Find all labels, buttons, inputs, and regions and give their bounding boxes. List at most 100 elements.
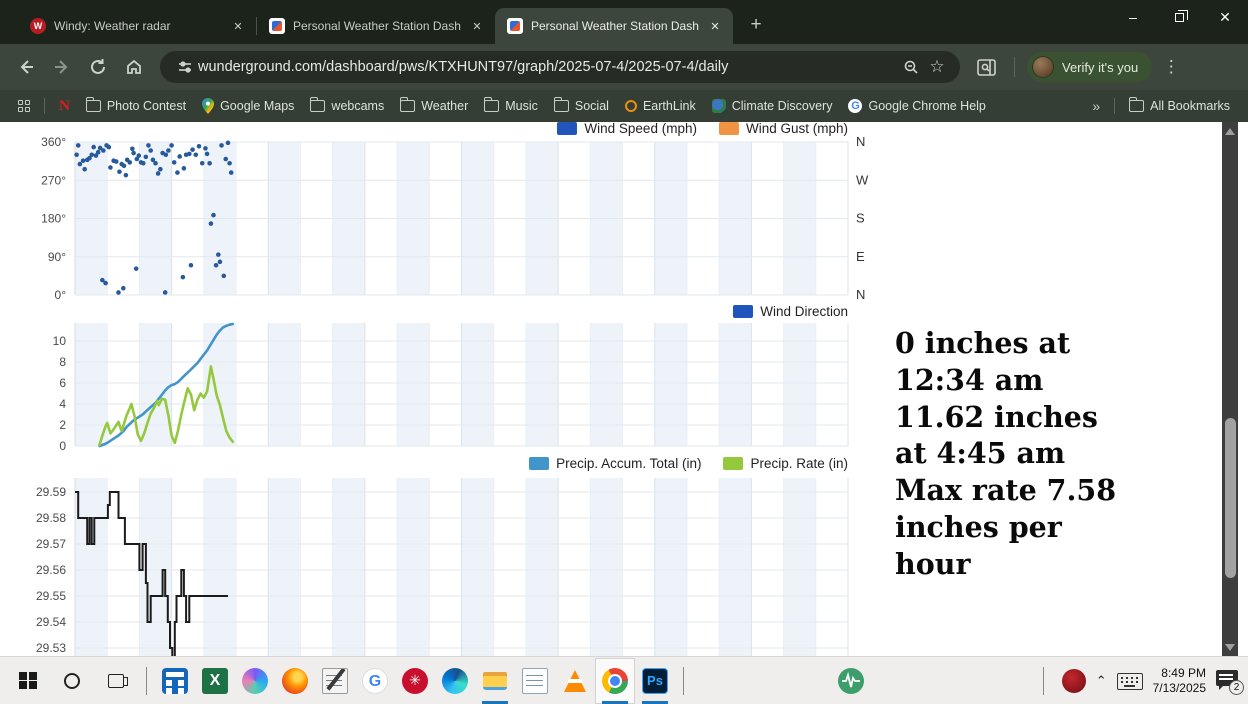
page-scrollbar[interactable]	[1222, 122, 1238, 656]
journal-pencil-icon	[322, 668, 348, 694]
bookmark-photo-contest[interactable]: Photo Contest	[78, 94, 194, 118]
bookmark-netflix[interactable]: N	[51, 94, 78, 118]
forward-arrow-icon	[53, 58, 71, 76]
taskbar-excel[interactable]: X	[195, 658, 235, 704]
window-controls: – ✕	[1110, 0, 1248, 34]
touch-keyboard-icon[interactable]	[1117, 673, 1143, 690]
verify-its-you-button[interactable]: Verify it's you	[1027, 52, 1152, 82]
earth-icon	[712, 99, 726, 113]
windy-favicon	[30, 18, 46, 34]
forward-button[interactable]	[46, 51, 78, 83]
svg-text:2: 2	[59, 418, 66, 432]
taskbar-notepad[interactable]	[515, 658, 555, 704]
legend-label: Wind Gust (mph)	[746, 122, 848, 136]
bookmark-star-icon[interactable]: ☆	[924, 54, 950, 80]
new-tab-button[interactable]: +	[743, 14, 769, 36]
excel-icon: X	[202, 668, 228, 694]
bookmark-webcams[interactable]: webcams	[302, 94, 392, 118]
tab-close-icon[interactable]: ✕	[469, 18, 485, 34]
bookmark-google-maps[interactable]: Google Maps	[194, 94, 302, 118]
scrollbar-thumb[interactable]	[1225, 418, 1236, 578]
restore-icon	[1175, 13, 1184, 22]
home-button[interactable]	[118, 51, 150, 83]
tab-pws-dashboard-1[interactable]: Personal Weather Station Dashboa ✕	[257, 8, 495, 44]
tray-expand-caret-icon[interactable]: ⌃	[1096, 673, 1107, 689]
restore-button[interactable]	[1156, 0, 1202, 34]
taskbar-red-app[interactable]: ✳	[395, 658, 435, 704]
side-panel-button[interactable]	[970, 51, 1002, 83]
bookmark-earthlink[interactable]: EarthLink	[617, 94, 704, 118]
bookmark-climate-discovery[interactable]: Climate Discovery	[704, 94, 841, 118]
netflix-icon: N	[59, 98, 70, 115]
apps-shortcut-button[interactable]	[10, 94, 38, 118]
taskbar-photoshop[interactable]: Ps	[635, 658, 675, 704]
tab-close-icon[interactable]: ✕	[230, 18, 246, 34]
tab-pws-dashboard-2-active[interactable]: Personal Weather Station Dashboa ✕	[495, 8, 733, 44]
browser-tab-strip: Windy: Weather radar ✕ Personal Weather …	[0, 0, 1248, 44]
legend-item: Precip. Accum. Total (in)	[529, 456, 701, 471]
chrome-menu-button[interactable]: ⋮	[1156, 57, 1186, 77]
windows-logo-icon	[19, 672, 37, 690]
action-center-button[interactable]: 2	[1216, 670, 1242, 692]
taskbar-journal[interactable]	[315, 658, 355, 704]
taskbar-calculator[interactable]	[155, 658, 195, 704]
vlc-cone-icon	[564, 670, 586, 692]
tray-red-app-icon[interactable]	[1062, 669, 1086, 693]
bookmarks-overflow-button[interactable]: »	[1084, 98, 1108, 114]
scroll-down-arrow-icon[interactable]	[1222, 640, 1238, 654]
bookmark-music[interactable]: Music	[476, 94, 546, 118]
all-bookmarks-button[interactable]: All Bookmarks	[1121, 94, 1238, 118]
folder-icon	[554, 100, 569, 112]
taskbar-google[interactable]: G	[355, 658, 395, 704]
pressure-chart[interactable]	[75, 478, 848, 656]
zoom-icon[interactable]	[898, 54, 924, 80]
copilot-icon	[242, 668, 268, 694]
tab-close-icon[interactable]: ✕	[707, 18, 723, 34]
browser-toolbar: wunderground.com/dashboard/pws/KTXHUNT97…	[0, 44, 1248, 90]
bookmark-social[interactable]: Social	[546, 94, 617, 118]
tab-windy[interactable]: Windy: Weather radar ✕	[18, 8, 256, 44]
home-icon	[125, 58, 143, 76]
profile-avatar	[1032, 56, 1054, 78]
bookmark-google-chrome-help[interactable]: GGoogle Chrome Help	[840, 94, 993, 118]
bookmarks-divider	[1114, 98, 1115, 114]
taskbar-clock[interactable]: 8:49 PM 7/13/2025	[1153, 666, 1206, 696]
minimize-button[interactable]: –	[1110, 0, 1156, 34]
tray-activity-app[interactable]	[838, 668, 864, 694]
svg-text:6: 6	[59, 376, 66, 390]
url-text[interactable]: wunderground.com/dashboard/pws/KTXHUNT97…	[198, 59, 898, 75]
all-bookmarks-label: All Bookmarks	[1150, 99, 1230, 113]
wind-direction-legend: Wind Direction	[0, 304, 848, 319]
taskbar-copilot[interactable]	[235, 658, 275, 704]
task-view-button[interactable]	[94, 658, 138, 704]
address-bar[interactable]: wunderground.com/dashboard/pws/KTXHUNT97…	[160, 51, 960, 83]
svg-text:4: 4	[59, 397, 66, 411]
firefox-icon	[282, 668, 308, 694]
precip-chart[interactable]	[75, 323, 848, 446]
taskbar-edge[interactable]	[435, 658, 475, 704]
taskbar-firefox[interactable]	[275, 658, 315, 704]
maps-pin-icon	[202, 98, 214, 114]
start-button[interactable]	[6, 658, 50, 704]
back-button[interactable]	[10, 51, 42, 83]
wind-direction-chart[interactable]	[75, 142, 848, 295]
bookmark-weather[interactable]: Weather	[392, 94, 476, 118]
wunderground-favicon	[507, 18, 523, 34]
cortana-search-button[interactable]	[50, 658, 94, 704]
scroll-up-arrow-icon[interactable]	[1222, 124, 1238, 138]
clock-time: 8:49 PM	[1153, 666, 1206, 681]
google-g-icon: G	[362, 668, 388, 694]
bookmark-label: Social	[575, 99, 609, 113]
svg-text:S: S	[856, 211, 865, 226]
reload-button[interactable]	[82, 51, 114, 83]
windows-taskbar: X G ✳ Ps ⌃ 8:49 PM 7/13/2025 2	[0, 656, 1248, 704]
taskbar-chrome-active[interactable]	[595, 658, 635, 704]
taskbar-file-explorer[interactable]	[475, 658, 515, 704]
svg-text:29.59: 29.59	[36, 485, 66, 499]
close-button[interactable]: ✕	[1202, 0, 1248, 34]
calculator-icon	[162, 668, 188, 694]
site-settings-icon[interactable]	[172, 54, 198, 80]
bookmark-label: Photo Contest	[107, 99, 186, 113]
precip-accum-swatch	[529, 457, 549, 470]
taskbar-vlc[interactable]	[555, 658, 595, 704]
